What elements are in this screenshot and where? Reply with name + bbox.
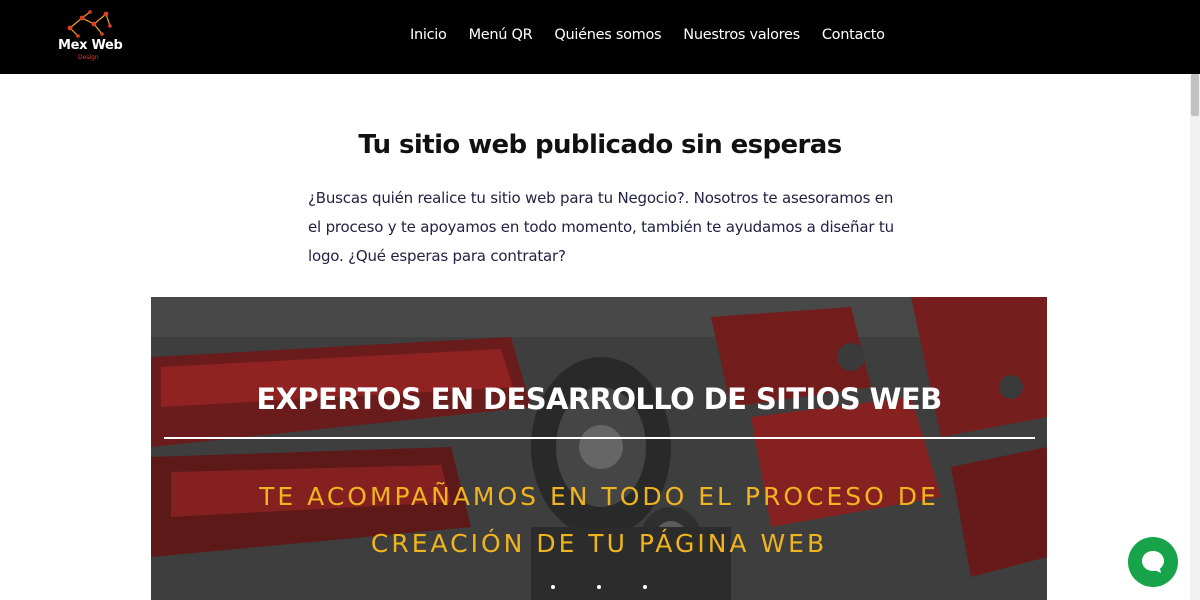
brand-logo[interactable]: Mex Web Design [56, 10, 126, 62]
nav-item-nuestros-valores[interactable]: Nuestros valores [683, 27, 800, 43]
brand-tagline: Design [78, 54, 99, 61]
page: Mex Web Design Inicio Menú QR Quiénes so… [0, 0, 1200, 600]
nav-item-quienes-somos[interactable]: Quiénes somos [554, 27, 661, 43]
hero-slider: EXPERTOS EN DESARROLLO DE SITIOS WEB TE … [151, 297, 1047, 600]
slider-dot-2[interactable] [597, 585, 601, 589]
slider-dot-1[interactable] [551, 585, 555, 589]
nav-item-contacto[interactable]: Contacto [822, 27, 885, 43]
chat-bubble-icon [1142, 551, 1164, 573]
intro-title: Tu sitio web publicado sin esperas [358, 130, 842, 160]
hero-subtitle: TE ACOMPAÑAMOS EN TODO EL PROCESO DE CRE… [151, 473, 1047, 567]
hero-title: EXPERTOS EN DESARROLLO DE SITIOS WEB [256, 382, 942, 416]
nav-item-inicio[interactable]: Inicio [410, 27, 447, 43]
chat-button[interactable] [1128, 537, 1178, 587]
site-header: Mex Web Design Inicio Menú QR Quiénes so… [0, 0, 1200, 74]
hero-subtitle-line1: TE ACOMPAÑAMOS EN TODO EL PROCESO DE [259, 482, 939, 511]
slider-dots [551, 585, 647, 589]
intro-text: ¿Buscas quién realice tu sitio web para … [308, 189, 894, 265]
hero-divider [164, 437, 1035, 439]
slider-dot-3[interactable] [643, 585, 647, 589]
hero-subtitle-line2: CREACIÓN DE TU PÁGINA WEB [370, 529, 828, 558]
network-logo-icon [67, 10, 112, 38]
nav-item-menu-qr[interactable]: Menú QR [469, 27, 533, 43]
brand-name: Mex Web [58, 38, 123, 53]
main-nav: Inicio Menú QR Quiénes somos Nuestros va… [410, 27, 907, 43]
scrollbar-thumb[interactable] [1191, 74, 1199, 116]
